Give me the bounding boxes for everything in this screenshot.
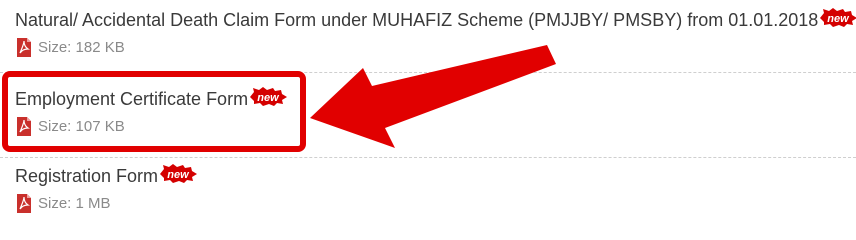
red-arrow-icon (310, 45, 556, 148)
